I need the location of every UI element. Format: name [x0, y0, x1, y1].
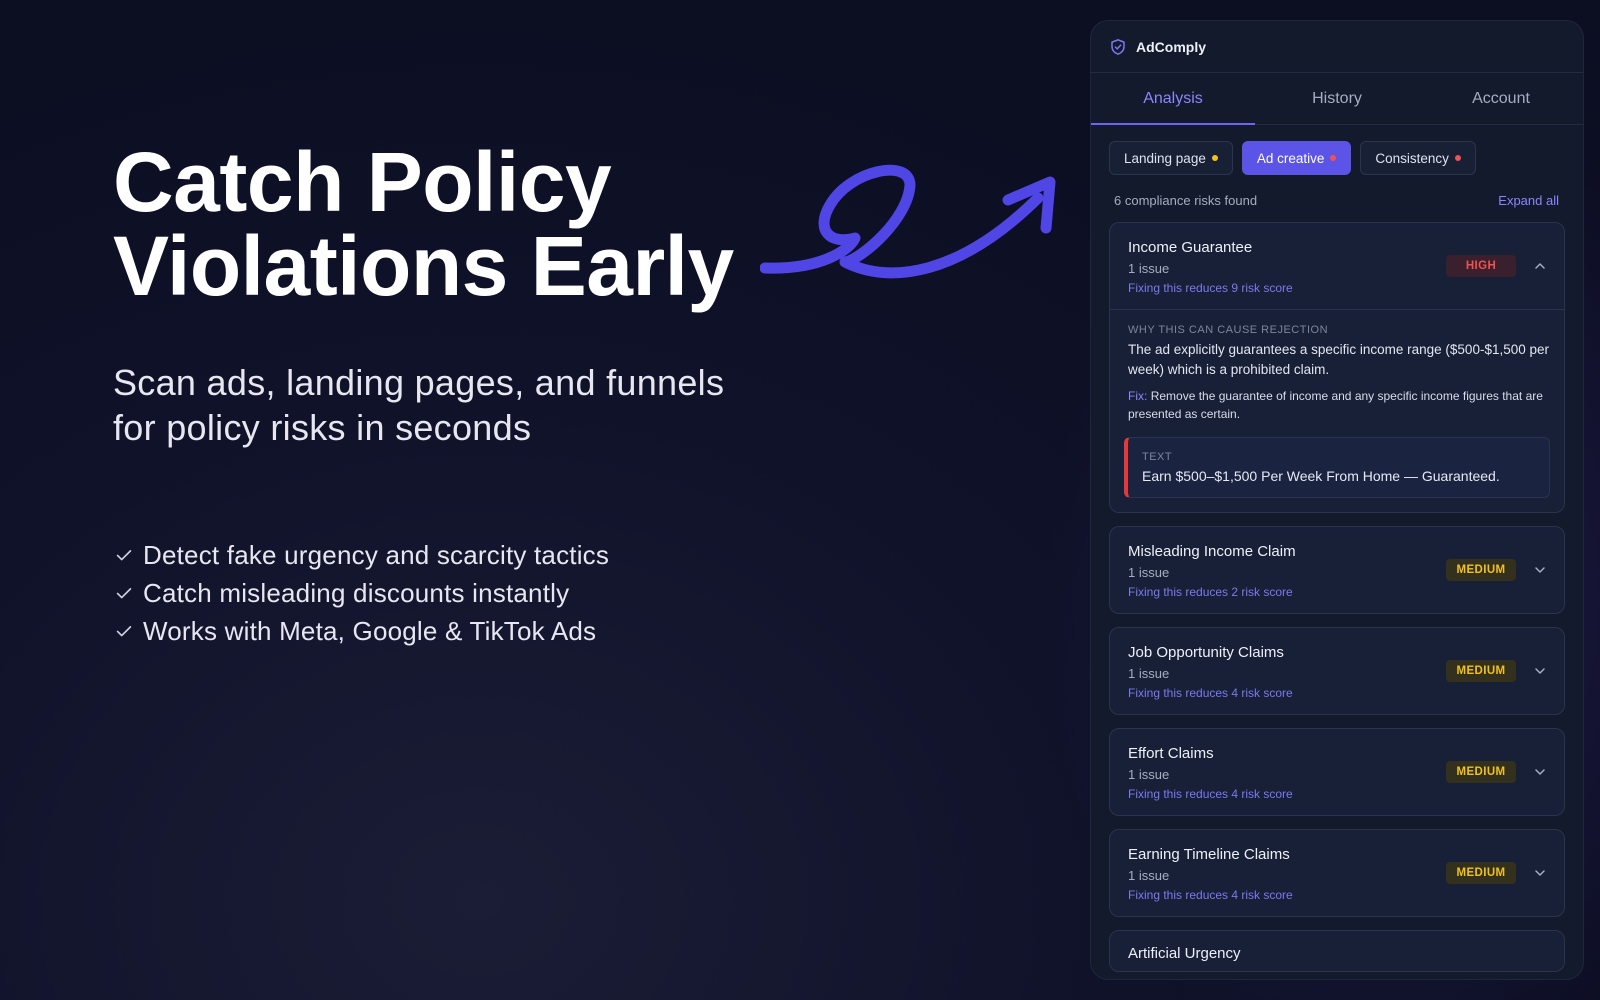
risk-card-header[interactable]: Income Guarantee 1 issue Fixing this red…	[1110, 223, 1564, 309]
headline-line-2-wrapper: Violations Early	[113, 224, 734, 308]
risk-card: Earning Timeline Claims 1 issue Fixing t…	[1109, 829, 1565, 917]
risk-card-header[interactable]: Effort Claims 1 issue Fixing this reduce…	[1110, 729, 1564, 815]
brand-name: AdComply	[1136, 38, 1206, 55]
fix-impact: Fixing this reduces 4 risk score	[1128, 888, 1293, 902]
chevron-up-icon[interactable]	[1534, 260, 1546, 272]
risk-card-header[interactable]: Misleading Income Claim 1 issue Fixing t…	[1110, 527, 1564, 613]
chevron-down-icon[interactable]	[1534, 766, 1546, 778]
fix-text: Remove the guarantee of income and any s…	[1128, 389, 1543, 421]
feature-text: Catch misleading discounts instantly	[143, 577, 570, 608]
tab-history[interactable]: History	[1255, 73, 1419, 124]
risk-card: Effort Claims 1 issue Fixing this reduce…	[1109, 728, 1565, 816]
tab-analysis[interactable]: Analysis	[1091, 73, 1255, 125]
extension-panel: AdComply Analysis History Account Landin…	[1090, 20, 1584, 980]
curly-arrow-icon	[760, 164, 1056, 279]
risk-title: Misleading Income Claim	[1128, 543, 1296, 560]
fix-impact: Fixing this reduces 9 risk score	[1128, 281, 1293, 295]
severity-badge: MEDIUM	[1446, 862, 1516, 884]
risk-card: Job Opportunity Claims 1 issue Fixing th…	[1109, 627, 1565, 715]
tab-account[interactable]: Account	[1419, 73, 1583, 124]
hero-section: Catch Policy Violations Early	[113, 140, 753, 308]
expand-all-link[interactable]: Expand all	[1498, 193, 1559, 208]
headline-line-1: Catch Policy	[113, 135, 612, 229]
shield-icon	[1111, 38, 1125, 55]
risk-card: Misleading Income Claim 1 issue Fixing t…	[1109, 526, 1565, 614]
fix-impact: Fixing this reduces 4 risk score	[1128, 787, 1293, 801]
status-dot	[1211, 155, 1218, 161]
results-summary: 6 compliance risks found Expand all	[1091, 175, 1583, 208]
subheadline: Scan ads, landing pages, and funnels for…	[113, 362, 725, 448]
fix-impact: Fixing this reduces 4 risk score	[1128, 686, 1293, 700]
chip-label: Ad creative	[1256, 150, 1325, 166]
chip-ad-creative[interactable]: Ad creative	[1241, 141, 1352, 175]
risk-card-header[interactable]: Job Opportunity Claims 1 issue Fixing th…	[1110, 628, 1564, 714]
chip-consistency[interactable]: Consistency	[1360, 141, 1476, 175]
chip-label: Consistency	[1375, 150, 1449, 166]
chevron-down-icon[interactable]	[1534, 867, 1546, 879]
chevron-down-icon[interactable]	[1534, 564, 1546, 576]
fix-suggestion: Fix: Remove the guarantee of income and …	[1128, 387, 1550, 423]
feature-text: Works with Meta, Google & TikTok Ads	[143, 615, 597, 646]
feature-item: Works with Meta, Google & TikTok Ads	[113, 612, 609, 650]
chevron-down-icon[interactable]	[1534, 665, 1546, 677]
severity-badge: MEDIUM	[1446, 559, 1516, 581]
risk-card: Artificial Urgency	[1109, 930, 1565, 972]
risk-title: Artificial Urgency	[1128, 945, 1241, 962]
risk-title: Earning Timeline Claims	[1128, 846, 1290, 863]
fix-key: Fix:	[1128, 389, 1148, 403]
chip-label: Landing page	[1124, 150, 1206, 166]
headline: Catch Policy Violations Early	[113, 140, 753, 308]
severity-badge: MEDIUM	[1446, 761, 1516, 783]
severity-badge: MEDIUM	[1446, 660, 1516, 682]
panel-header: AdComply	[1091, 21, 1583, 73]
risk-title: Job Opportunity Claims	[1128, 644, 1284, 661]
check-icon	[116, 626, 132, 637]
risk-title: Income Guarantee	[1128, 239, 1253, 256]
fix-impact: Fixing this reduces 2 risk score	[1128, 585, 1293, 599]
evidence-label: TEXT	[1142, 451, 1173, 463]
risk-count: 6 compliance risks found	[1114, 193, 1258, 208]
risk-card-header[interactable]: Earning Timeline Claims 1 issue Fixing t…	[1110, 830, 1564, 916]
risk-list: Income Guarantee 1 issue Fixing this red…	[1091, 208, 1583, 972]
status-dot	[1454, 155, 1461, 161]
risk-details: WHY THIS CAN CAUSE REJECTION The ad expl…	[1110, 309, 1564, 512]
risk-card: Income Guarantee 1 issue Fixing this red…	[1109, 222, 1565, 513]
headline-line-2: Violations Early	[113, 219, 734, 313]
check-icon	[116, 588, 132, 599]
feature-item: Detect fake urgency and scarcity tactics	[113, 536, 609, 574]
status-dot	[1330, 155, 1337, 161]
why-text: The ad explicitly guarantees a specific …	[1128, 342, 1549, 377]
feature-list: Detect fake urgency and scarcity tactics…	[113, 536, 609, 650]
source-filter-chips: Landing page Ad creative Consistency	[1091, 125, 1583, 175]
evidence-box: TEXT Earn $500–$1,500 Per Week From Home…	[1124, 437, 1550, 498]
risk-card-header[interactable]: Artificial Urgency	[1110, 931, 1564, 971]
severity-badge: HIGH	[1446, 255, 1516, 277]
check-icon	[116, 550, 132, 561]
chip-landing-page[interactable]: Landing page	[1109, 141, 1233, 175]
risk-title: Effort Claims	[1128, 745, 1214, 762]
why-label: WHY THIS CAN CAUSE REJECTION	[1128, 324, 1329, 336]
feature-item: Catch misleading discounts instantly	[113, 574, 609, 612]
feature-text: Detect fake urgency and scarcity tactics	[143, 539, 610, 570]
tab-bar: Analysis History Account	[1091, 73, 1583, 125]
evidence-text: Earn $500–$1,500 Per Week From Home — Gu…	[1142, 468, 1500, 484]
